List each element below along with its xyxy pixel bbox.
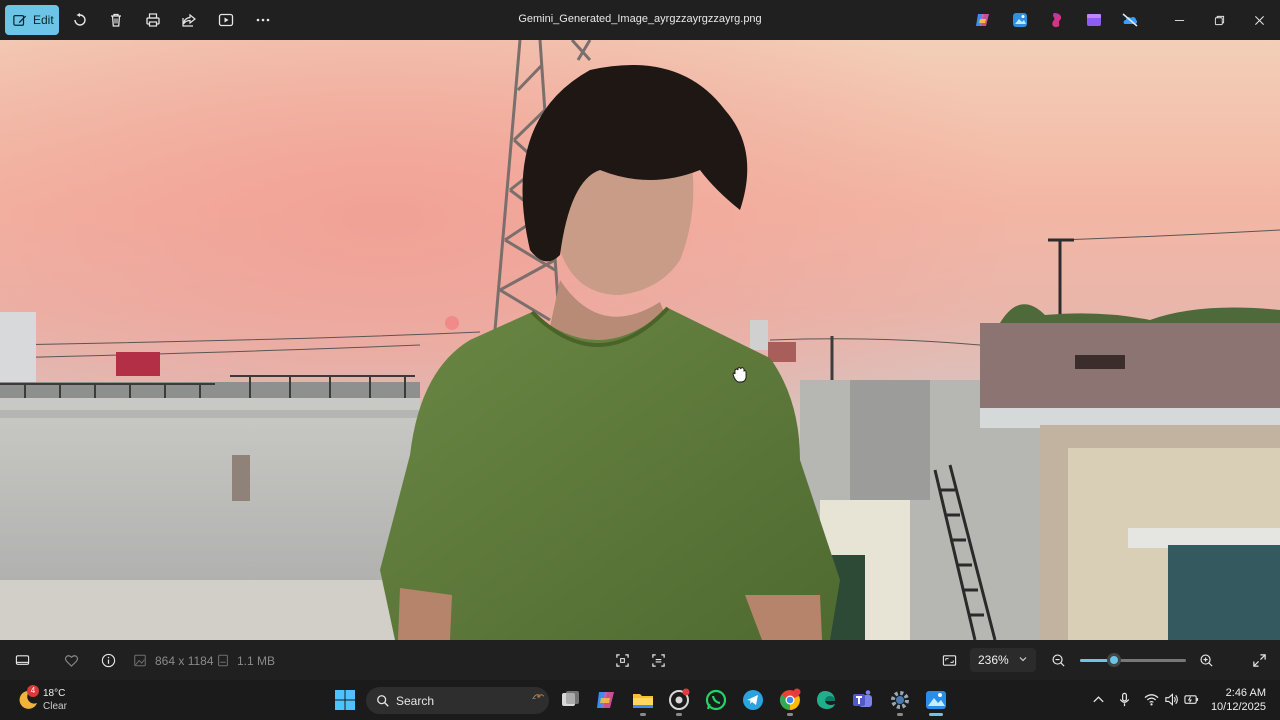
left-building [0,312,36,382]
battery-icon[interactable] [1184,692,1199,707]
running-indicator [676,713,682,716]
zoom-slider-thumb[interactable] [1106,653,1121,667]
search-label: Search [396,693,435,708]
zoom-level-value: 236% [978,653,1009,667]
file-explorer-icon[interactable] [631,688,655,712]
zoom-in-icon[interactable] [1197,652,1215,668]
more-icon[interactable] [253,10,273,30]
pink-building [980,323,1280,415]
image-canvas[interactable] [0,40,1280,640]
restore-button[interactable] [1207,8,1231,32]
close-button[interactable] [1247,8,1271,32]
search-icon [377,694,389,707]
chevron-down-icon [1019,657,1027,662]
weather-temperature[interactable]: 18°C [43,688,65,699]
favorite-icon[interactable] [62,652,80,668]
teams-icon[interactable] [851,688,875,712]
fit-to-screen-icon[interactable] [613,652,631,668]
glass-door [1168,545,1280,640]
minimize-button[interactable] [1167,8,1191,32]
running-indicator [640,713,646,716]
taskbar-search[interactable]: Search [366,687,549,714]
photo-content [0,40,1280,640]
zoom-slider[interactable] [1080,653,1186,667]
zoom-level-dropdown[interactable]: 236% [970,648,1036,672]
file-size-icon [216,652,230,668]
task-view-icon[interactable] [558,688,582,712]
photos-icon[interactable] [924,688,948,712]
setting-sun [445,316,459,330]
visual-search-icon[interactable] [649,652,667,668]
copilot-icon[interactable] [974,11,992,29]
clipchamp-icon[interactable] [1085,11,1103,29]
settings-app-icon[interactable] [667,688,691,712]
photos-editor-icon[interactable] [1011,11,1029,29]
telegram-icon[interactable] [741,688,765,712]
image-dimensions: 864 x 1184 [155,654,214,668]
edge-icon[interactable] [814,688,838,712]
title-bar: Edit Gemini_Generated_Image_ayrgzzayrgzz… [0,0,1280,40]
chevron-up-icon[interactable] [1091,692,1106,707]
close-icon [1254,15,1264,25]
edit-image-icon [13,15,27,26]
delete-icon[interactable] [106,10,126,30]
slideshow-icon[interactable] [216,10,236,30]
edit-button[interactable]: Edit [5,5,59,35]
chrome-icon[interactable] [778,688,802,712]
minimize-icon [1174,19,1184,21]
designer-icon[interactable] [1048,11,1066,29]
volume-icon[interactable] [1164,692,1179,707]
clock-date[interactable]: 10/12/2025 [1206,701,1266,713]
file-info-icon[interactable] [99,652,117,668]
search-highlight-icon [532,694,545,699]
settings-icon[interactable] [888,688,912,712]
dimensions-icon [133,652,147,668]
running-indicator [897,713,903,716]
weather-condition[interactable]: Clear [43,701,67,712]
restore-icon [1214,15,1224,25]
rotate-icon[interactable] [70,10,90,30]
red-flag [116,352,160,376]
active-app-indicator [929,713,943,716]
file-size: 1.1 MB [237,654,276,668]
fullscreen-icon[interactable] [1250,652,1268,668]
edit-label: Edit [33,13,54,27]
clock-time[interactable]: 2:46 AM [1214,687,1266,699]
actual-size-icon[interactable] [940,652,958,668]
microphone-icon[interactable] [1117,692,1132,707]
zoom-out-icon[interactable] [1049,652,1067,668]
weather-badge: 4 [27,685,39,697]
filmstrip-icon[interactable] [13,652,31,668]
copilot-icon[interactable] [594,688,618,712]
share-icon[interactable] [179,10,199,30]
wifi-icon[interactable] [1144,692,1159,707]
running-indicator [787,713,793,716]
windows-start-icon[interactable] [334,689,356,711]
print-icon[interactable] [143,10,163,30]
onedrive-icon[interactable] [1121,11,1139,29]
whatsapp-icon[interactable] [704,688,728,712]
